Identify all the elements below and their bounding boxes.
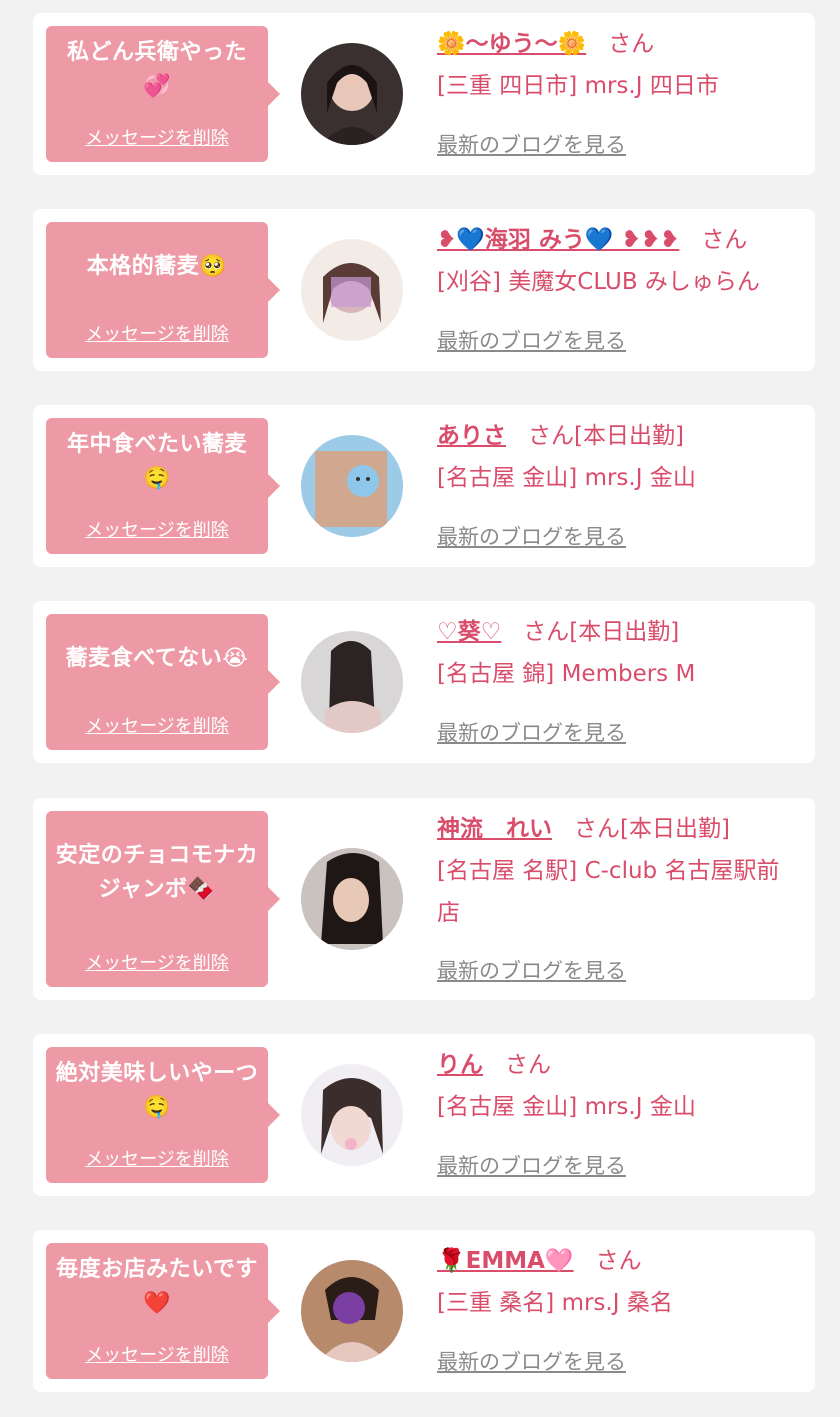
girl-name-link[interactable]: 🌹EMMA🩷 <box>437 1248 574 1274</box>
girl-name-link[interactable]: ♡葵♡ <box>437 619 501 645</box>
girl-info: 🌹EMMA🩷 さん [三重 桑名] mrs.J 桑名 <box>437 1240 797 1324</box>
avatar[interactable] <box>301 435 403 537</box>
message-text: 本格的蕎麦🥺 <box>86 254 228 279</box>
latest-blog-link[interactable]: 最新のブログを見る <box>437 1346 626 1376</box>
message-text: 絶対美味しいやーつ🤤 <box>55 1061 259 1120</box>
delete-message-button[interactable]: メッセージを削除 <box>46 949 268 975</box>
message-bubble: 年中食べたい蕎麦🤤 メッセージを削除 <box>46 418 280 554</box>
name-suffix: さん <box>505 1052 551 1078</box>
message-bubble: 毎度お店みたいです❤️ メッセージを削除 <box>46 1243 280 1379</box>
latest-blog-link[interactable]: 最新のブログを見る <box>437 1150 626 1180</box>
shop-label: [名古屋 金山] mrs.J 金山 <box>437 1094 696 1120</box>
girl-info: 神流 れい さん[本日出勤] [名古屋 名駅] C-club 名古屋駅前店 <box>437 808 797 934</box>
girl-name-link[interactable]: ありさ <box>437 423 506 449</box>
shop-label: [刈谷] 美魔女CLUB みしゅらん <box>437 269 760 295</box>
message-text: 年中食べたい蕎麦🤤 <box>66 432 247 491</box>
list-item: 毎度お店みたいです❤️ メッセージを削除 🌹EMMA🩷 さん [三重 桑名] mr… <box>33 1230 815 1392</box>
message-bubble: 私どん兵衛やった💞 メッセージを削除 <box>46 26 280 162</box>
latest-blog-link[interactable]: 最新のブログを見る <box>437 129 626 159</box>
message-bubble: 本格的蕎麦🥺 メッセージを削除 <box>46 222 280 358</box>
girl-info: ❥💙海羽 みう💙 ❥❥❥ さん [刈谷] 美魔女CLUB みしゅらん <box>437 219 797 303</box>
message-text: 毎度お店みたいです❤️ <box>56 1257 258 1316</box>
delete-message-button[interactable]: メッセージを削除 <box>46 124 268 150</box>
delete-message-button[interactable]: メッセージを削除 <box>46 516 268 542</box>
list-item: 年中食べたい蕎麦🤤 メッセージを削除 ありさ さん[本日出勤] [名古屋 金山] … <box>33 405 815 567</box>
message-text: 私どん兵衛やった💞 <box>66 40 247 99</box>
girl-info: りん さん [名古屋 金山] mrs.J 金山 <box>437 1044 797 1128</box>
girl-name-link[interactable]: 🌼〜ゆう〜🌼 <box>437 31 586 57</box>
message-text: 安定のチョコモナカジャンボ🍫 <box>55 843 259 902</box>
delete-message-button[interactable]: メッセージを削除 <box>46 1341 268 1367</box>
delete-message-button[interactable]: メッセージを削除 <box>46 320 268 346</box>
avatar[interactable] <box>301 1260 403 1362</box>
name-suffix: さん[本日出勤] <box>523 619 680 645</box>
girl-info: 🌼〜ゆう〜🌼 さん [三重 四日市] mrs.J 四日市 <box>437 23 797 107</box>
girl-info: ありさ さん[本日出勤] [名古屋 金山] mrs.J 金山 <box>437 415 797 499</box>
latest-blog-link[interactable]: 最新のブログを見る <box>437 717 626 747</box>
message-bubble: 安定のチョコモナカジャンボ🍫 メッセージを削除 <box>46 811 280 987</box>
delete-message-button[interactable]: メッセージを削除 <box>46 1145 268 1171</box>
list-item: 蕎麦食べてない😭 メッセージを削除 ♡葵♡ さん[本日出勤] [名古屋 錦] Me… <box>33 601 815 763</box>
shop-label: [名古屋 錦] Members M <box>437 661 696 687</box>
name-suffix: さん <box>595 1248 642 1274</box>
message-bubble: 蕎麦食べてない😭 メッセージを削除 <box>46 614 280 750</box>
shop-label: [三重 桑名] mrs.J 桑名 <box>437 1290 673 1316</box>
list-item: 絶対美味しいやーつ🤤 メッセージを削除 りん さん [名古屋 金山] mrs.J … <box>33 1034 815 1196</box>
girl-info: ♡葵♡ さん[本日出勤] [名古屋 錦] Members M <box>437 611 797 695</box>
list-item: 私どん兵衛やった💞 メッセージを削除 🌼〜ゆう〜🌼 さん [三重 四日市] mrs… <box>33 13 815 175</box>
list-item: 本格的蕎麦🥺 メッセージを削除 ❥💙海羽 みう💙 ❥❥❥ さん [刈谷] 美魔女C… <box>33 209 815 371</box>
avatar[interactable] <box>301 848 403 950</box>
girl-name-link[interactable]: りん <box>437 1052 483 1078</box>
list-item: 安定のチョコモナカジャンボ🍫 メッセージを削除 神流 れい さん[本日出勤] [名… <box>33 798 815 1000</box>
message-text: 蕎麦食べてない😭 <box>65 646 249 671</box>
avatar[interactable] <box>301 43 403 145</box>
name-suffix: さん <box>608 31 655 57</box>
girl-name-link[interactable]: ❥💙海羽 みう💙 ❥❥❥ <box>437 227 679 253</box>
avatar[interactable] <box>301 1064 403 1166</box>
avatar[interactable] <box>301 631 403 733</box>
latest-blog-link[interactable]: 最新のブログを見る <box>437 955 626 985</box>
girl-name-link[interactable]: 神流 れい <box>437 816 552 842</box>
shop-label: [三重 四日市] mrs.J 四日市 <box>437 73 719 99</box>
delete-message-button[interactable]: メッセージを削除 <box>46 712 268 738</box>
shop-label: [名古屋 名駅] C-club 名古屋駅前店 <box>437 858 780 926</box>
name-suffix: さん[本日出勤] <box>528 423 684 449</box>
latest-blog-link[interactable]: 最新のブログを見る <box>437 325 626 355</box>
name-suffix: さん <box>701 227 748 253</box>
message-bubble: 絶対美味しいやーつ🤤 メッセージを削除 <box>46 1047 280 1183</box>
name-suffix: さん[本日出勤] <box>574 816 730 842</box>
latest-blog-link[interactable]: 最新のブログを見る <box>437 521 626 551</box>
avatar[interactable] <box>301 239 403 341</box>
shop-label: [名古屋 金山] mrs.J 金山 <box>437 465 696 491</box>
